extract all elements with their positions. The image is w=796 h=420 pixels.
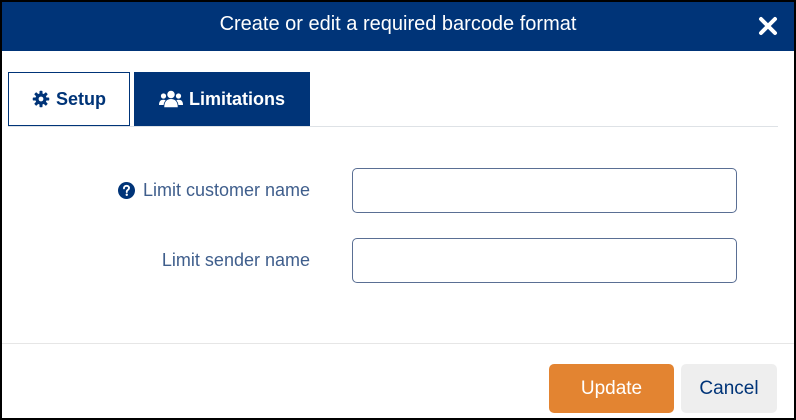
update-button[interactable]: Update (549, 364, 674, 413)
tab-limitations-label: Limitations (188, 88, 285, 109)
cancel-button[interactable]: Cancel (681, 364, 777, 413)
dialog-header: Create or edit a required barcode format (2, 2, 794, 51)
sender-name-label-text: Limit sender name (161, 250, 310, 270)
footer-divider (2, 343, 794, 344)
customer-name-label-text: Limit customer name (142, 180, 310, 200)
close-button[interactable] (756, 14, 780, 38)
tab-setup-label: Setup (55, 88, 106, 109)
barcode-format-dialog: Create or edit a required barcode format (0, 0, 796, 420)
tab-bar: Setup Limitations (8, 72, 778, 127)
tab-limitations[interactable]: Limitations (134, 72, 310, 126)
close-icon (756, 14, 780, 38)
question-circle-icon[interactable] (117, 182, 135, 199)
tab-setup[interactable]: Setup (8, 72, 130, 126)
customer-name-label: Limit customer name (117, 180, 310, 201)
sender-name-input[interactable] (352, 238, 737, 283)
users-icon (158, 90, 183, 108)
sender-name-label: Limit sender name (162, 250, 310, 271)
dialog-title: Create or edit a required barcode format (219, 13, 577, 35)
gear-icon (32, 90, 50, 108)
customer-name-row: Limit customer name (2, 168, 794, 214)
sender-name-row: Limit sender name (2, 238, 794, 284)
customer-name-input[interactable] (352, 168, 737, 213)
